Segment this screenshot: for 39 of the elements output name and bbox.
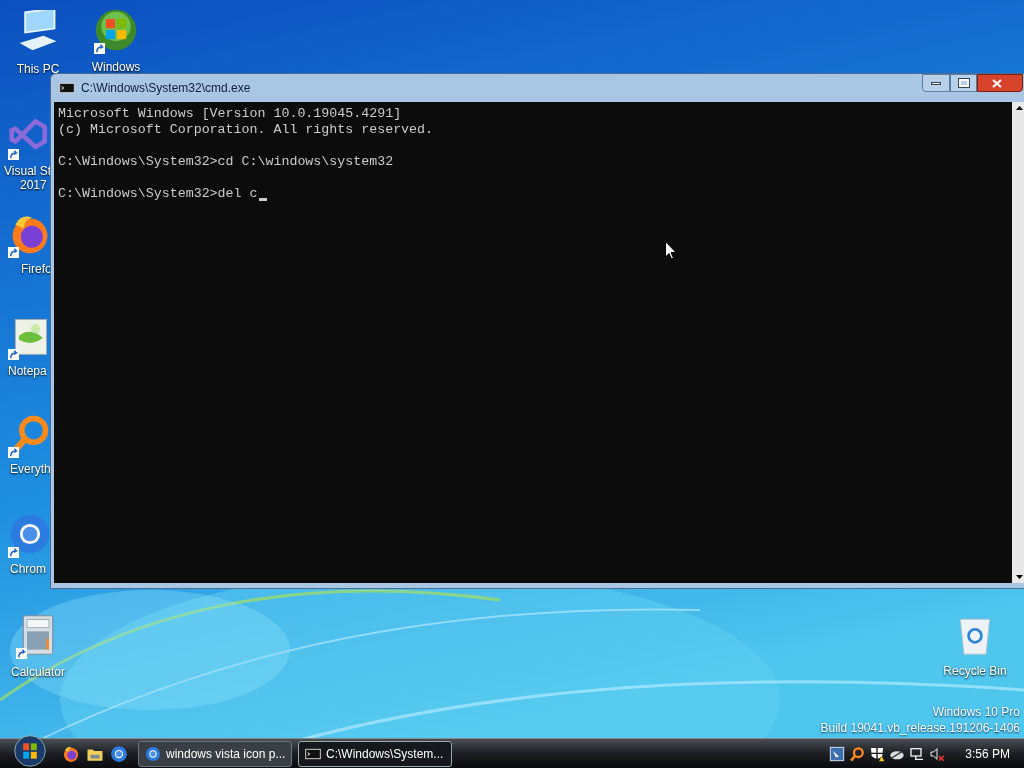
icon-label: Calculator bbox=[10, 664, 66, 681]
minimize-button[interactable] bbox=[922, 74, 950, 92]
scroll-down-icon bbox=[1015, 575, 1023, 579]
window-title: C:\Windows\System32\cmd.exe bbox=[81, 80, 251, 97]
windows-orb-icon bbox=[94, 8, 138, 52]
mouse-pointer-icon bbox=[665, 241, 677, 260]
app-icon[interactable] bbox=[829, 745, 846, 762]
edition-text: Windows 10 Pro bbox=[932, 704, 1020, 720]
console-icon bbox=[59, 80, 75, 96]
console-line: C:\Windows\System32>cd C:\windows\system32 bbox=[58, 154, 394, 170]
edition-text: Build 19041.vb_release.191206-1406 bbox=[820, 720, 1020, 736]
icon-label: 2017 bbox=[20, 177, 47, 194]
icon-label: This PC bbox=[15, 61, 61, 78]
close-icon bbox=[992, 78, 1002, 88]
icon-label: Chrom bbox=[10, 561, 46, 578]
icon-label: Recycle Bin bbox=[942, 663, 1008, 680]
maximize-button[interactable] bbox=[950, 74, 977, 92]
speaker-muted-icon[interactable] bbox=[929, 745, 946, 762]
maximize-icon bbox=[958, 79, 969, 87]
shield-warning-icon[interactable] bbox=[869, 745, 886, 762]
scroll-bar[interactable] bbox=[1012, 102, 1024, 583]
icon-label: Everyth bbox=[10, 461, 51, 478]
taskbar-button[interactable]: C:\Windows\System... bbox=[298, 740, 452, 767]
close-button[interactable] bbox=[977, 74, 1023, 92]
console-line: Microsoft Windows [Version 10.0.19045.4291] bbox=[58, 106, 402, 122]
ring-icon bbox=[145, 745, 161, 762]
ring-icon bbox=[110, 744, 128, 763]
magnifier-icon[interactable] bbox=[849, 745, 866, 762]
console-line: C:\Windows\System32>del c bbox=[58, 186, 258, 202]
scroll-up-icon bbox=[1015, 106, 1023, 110]
fox-globe-icon bbox=[62, 744, 80, 763]
icon-label: Notepa bbox=[8, 363, 47, 380]
clock[interactable]: 3:56 PM bbox=[965, 744, 1010, 763]
console-line: (c) Microsoft Corporation. All rights reserved. bbox=[58, 122, 434, 138]
ring-icon bbox=[8, 512, 52, 556]
minimize-icon bbox=[931, 81, 941, 85]
taskbar-button[interactable]: windows vista icon p... bbox=[138, 740, 292, 767]
icon-label: Windows bbox=[90, 59, 142, 76]
network-icon[interactable] bbox=[909, 745, 926, 762]
